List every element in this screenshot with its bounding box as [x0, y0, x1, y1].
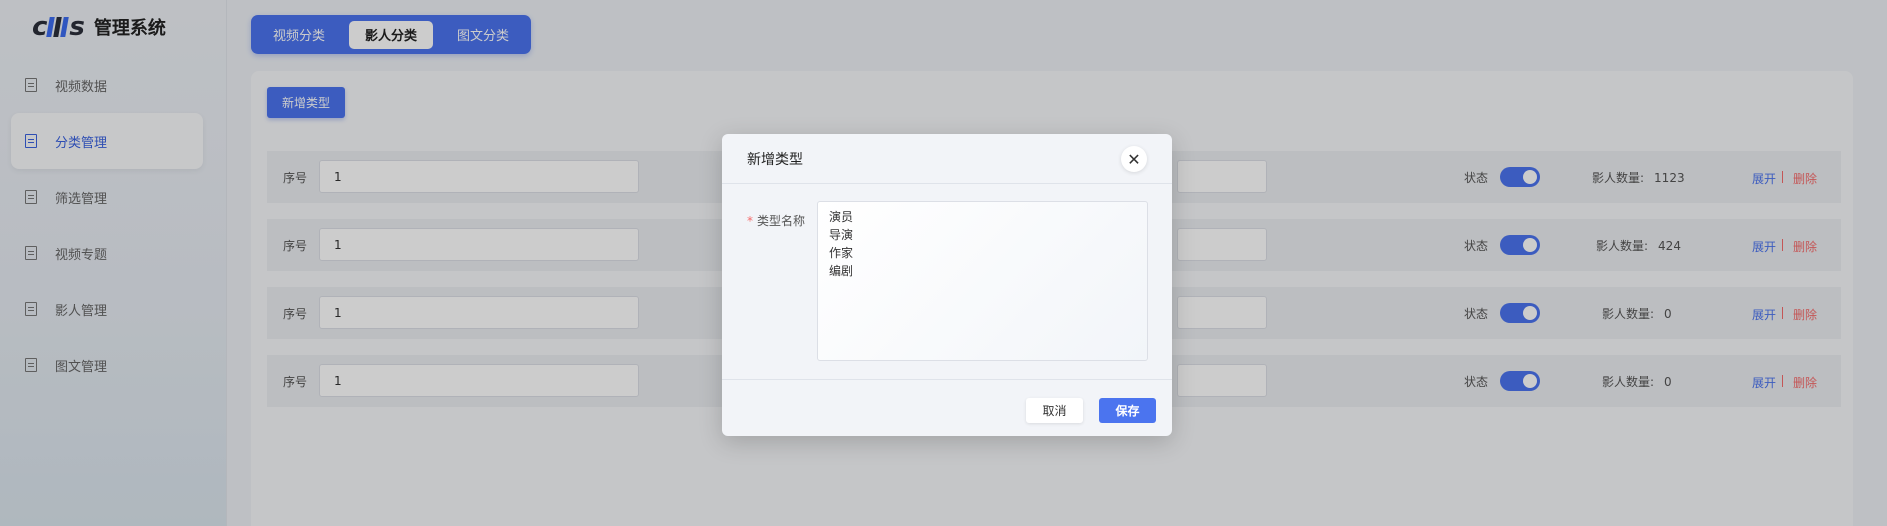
close-icon[interactable]: ✕ — [1121, 146, 1147, 172]
dialog-footer: 取消 保存 — [722, 380, 1172, 436]
cancel-button[interactable]: 取消 — [1026, 398, 1083, 423]
dialog-header: 新增类型 ✕ — [722, 134, 1172, 184]
save-button[interactable]: 保存 — [1099, 398, 1156, 423]
type-name-label: * 类型名称 — [747, 214, 806, 228]
add-type-dialog: 新增类型 ✕ * 类型名称 演员 导演 作家 编剧 取消 保存 — [722, 134, 1172, 436]
dialog-title: 新增类型 — [747, 151, 803, 168]
dialog-body: * 类型名称 演员 导演 作家 编剧 — [722, 184, 1172, 380]
type-name-textarea[interactable]: 演员 导演 作家 编剧 — [817, 201, 1148, 361]
required-mark: * — [747, 214, 753, 228]
